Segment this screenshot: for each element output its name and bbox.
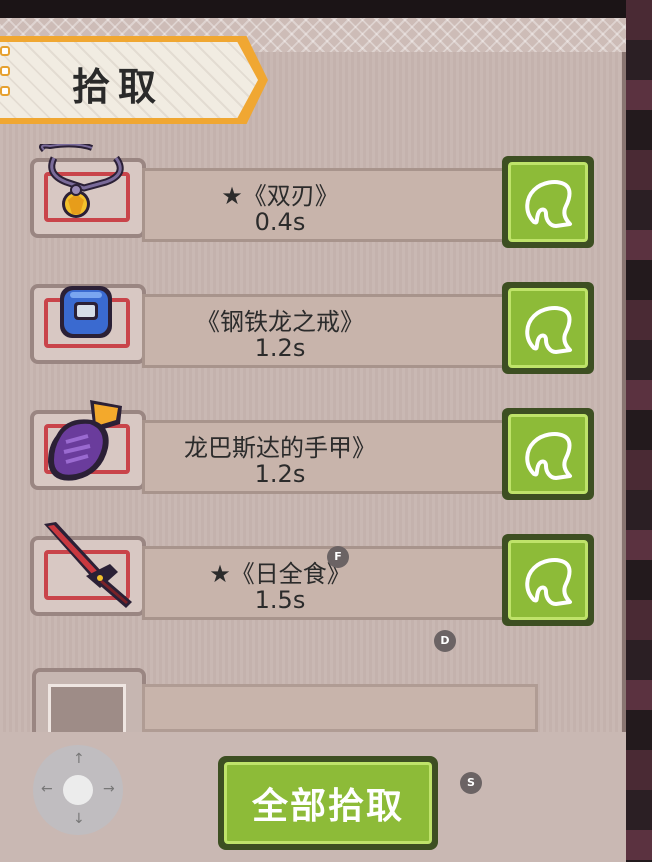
- item-name: 龙巴斯达的手甲》: [184, 434, 376, 462]
- panel-title: 拾取: [72, 65, 165, 109]
- item-name: 《钢铁龙之戒》: [196, 308, 364, 336]
- joystick-up-icon: ↑: [73, 751, 85, 767]
- hand-pickup-icon: [525, 306, 572, 354]
- necklace-icon: [39, 144, 124, 218]
- key-hint-s: S: [460, 772, 482, 794]
- hand-pickup-icon: [525, 432, 572, 480]
- item-row-3[interactable]: 龙巴斯达的手甲》 1.2s: [30, 400, 598, 500]
- item-row-4[interactable]: ★《日全食》 1.5s: [30, 522, 598, 626]
- joystick-knob[interactable]: [63, 775, 93, 805]
- virtual-joystick[interactable]: ↑ ↓ ← →: [33, 745, 123, 835]
- item-row-2[interactable]: 《钢铁龙之戒》 1.2s: [30, 276, 598, 374]
- ring-icon: [60, 286, 112, 338]
- pickup-button[interactable]: [502, 282, 594, 374]
- item-row-1[interactable]: ★《双刃》 0.4s: [30, 144, 598, 248]
- pickup-button[interactable]: [502, 408, 594, 500]
- joystick-down-icon: ↓: [73, 811, 85, 827]
- pick-all-button[interactable]: 全部拾取: [218, 756, 438, 850]
- hand-pickup-icon: [525, 558, 572, 606]
- pick-all-label: 全部拾取: [224, 762, 432, 844]
- top-background-strip: [0, 0, 652, 18]
- key-hint-f: F: [327, 546, 349, 568]
- item-pickup-time: 1.2s: [254, 334, 306, 362]
- banner-decoration: [0, 46, 12, 116]
- item-pickup-time: 0.4s: [254, 208, 306, 236]
- joystick-left-icon: ←: [41, 781, 53, 797]
- pickup-button[interactable]: [502, 534, 594, 626]
- item-pickup-time: 1.5s: [254, 586, 306, 614]
- item-name: ★《日全食》: [209, 560, 351, 588]
- item-pickup-time: 1.2s: [254, 460, 306, 488]
- empty-name-bar: [142, 684, 538, 732]
- joystick-right-icon: →: [103, 781, 115, 797]
- item-name: ★《双刃》: [221, 182, 339, 210]
- key-hint-d: D: [434, 630, 456, 652]
- right-background-scene: [626, 0, 652, 862]
- gauntlet-icon: [48, 400, 122, 481]
- sword-icon: [44, 522, 132, 608]
- pickup-button[interactable]: [502, 156, 594, 248]
- hand-pickup-icon: [525, 180, 572, 228]
